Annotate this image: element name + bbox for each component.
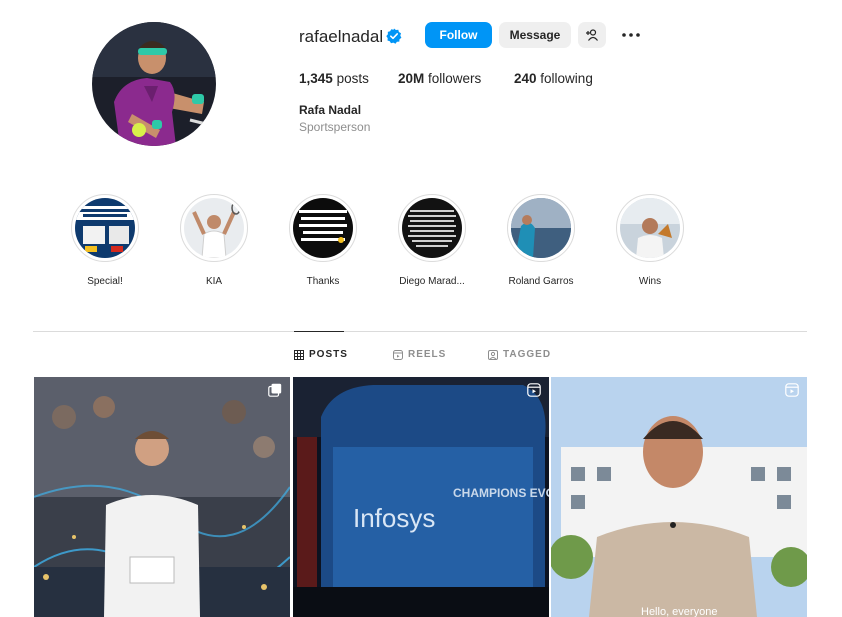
tab-posts[interactable]: POSTS xyxy=(294,349,348,360)
suggested-accounts-button[interactable] xyxy=(578,22,606,48)
add-person-icon xyxy=(586,29,598,41)
post-image xyxy=(34,377,290,617)
highlight-label: KIA xyxy=(205,276,223,287)
follow-button[interactable]: Follow xyxy=(425,22,492,48)
highlight-label: Roland Garros xyxy=(508,276,574,287)
profile-category: Sportsperson xyxy=(299,120,371,134)
tab-reels[interactable]: REELS xyxy=(393,349,446,360)
reel-icon xyxy=(527,383,541,397)
post-image: Infosys CHAMPIONS EVOLVE xyxy=(293,377,549,617)
tabs-divider xyxy=(33,331,807,332)
highlight-ring xyxy=(507,194,575,262)
following-count-label: following xyxy=(540,71,593,86)
highlight-label: Diego Marad... xyxy=(399,276,465,287)
highlight-ring xyxy=(180,194,248,262)
tab-reels-label: REELS xyxy=(408,349,447,360)
tab-posts-label: POSTS xyxy=(309,349,348,360)
highlight-cover xyxy=(184,198,244,258)
followers-link[interactable]: 20M followers xyxy=(398,71,481,86)
highlight-kia[interactable]: KIA xyxy=(172,194,256,287)
tab-tagged-label: TAGGED xyxy=(503,349,552,360)
highlight-ring xyxy=(398,194,466,262)
verified-badge-icon xyxy=(386,28,402,44)
post-image: Hello, everyone xyxy=(551,377,807,617)
more-options-button[interactable] xyxy=(620,22,642,48)
tab-tagged[interactable]: TAGGED xyxy=(488,349,551,360)
highlight-label: Wins xyxy=(638,276,662,287)
profile-avatar[interactable] xyxy=(92,22,216,146)
posts-count-value: 1,345 xyxy=(299,71,333,86)
post-tile-3[interactable]: Hello, everyone xyxy=(551,377,807,617)
followers-count-value: 20M xyxy=(398,71,425,86)
carousel-icon xyxy=(268,383,282,397)
highlight-ring xyxy=(616,194,684,262)
following-link[interactable]: 240 following xyxy=(514,71,593,86)
avatar-image xyxy=(92,22,216,146)
highlight-roland-garros[interactable]: Roland Garros xyxy=(499,194,583,287)
highlight-cover xyxy=(293,198,353,258)
message-button[interactable]: Message xyxy=(499,22,571,48)
profile-username: rafaelnadal xyxy=(299,27,384,46)
post-tile-1[interactable] xyxy=(34,377,290,617)
highlight-ring xyxy=(71,194,139,262)
more-dots-icon xyxy=(622,33,640,37)
highlight-label: Special! xyxy=(87,276,123,287)
highlight-cover xyxy=(620,198,680,258)
billboard-brand-text: Infosys xyxy=(353,503,435,533)
posts-count-label: posts xyxy=(336,71,369,86)
highlight-cover xyxy=(75,198,135,258)
active-tab-indicator xyxy=(294,331,344,332)
post-tile-2[interactable]: Infosys CHAMPIONS EVOLVE xyxy=(293,377,549,617)
reels-icon xyxy=(393,349,403,360)
highlight-cover xyxy=(511,198,571,258)
highlight-cover xyxy=(402,198,462,258)
reel-icon xyxy=(785,383,799,397)
highlight-wins[interactable]: Wins xyxy=(608,194,692,287)
highlight-diego-maradona[interactable]: Diego Marad... xyxy=(390,194,474,287)
video-caption: Hello, everyone xyxy=(641,606,717,617)
highlight-special[interactable]: Special! xyxy=(63,194,147,287)
tagged-icon xyxy=(488,349,498,360)
posts-count: 1,345 posts xyxy=(299,71,369,86)
highlight-ring xyxy=(289,194,357,262)
followers-count-label: followers xyxy=(428,71,482,86)
highlight-thanks[interactable]: Thanks xyxy=(281,194,365,287)
grid-icon xyxy=(294,349,304,360)
billboard-slogan-text: CHAMPIONS EVOLVE xyxy=(453,486,549,500)
profile-full-name: Rafa Nadal xyxy=(299,103,362,117)
highlight-label: Thanks xyxy=(306,276,340,287)
following-count-value: 240 xyxy=(514,71,537,86)
